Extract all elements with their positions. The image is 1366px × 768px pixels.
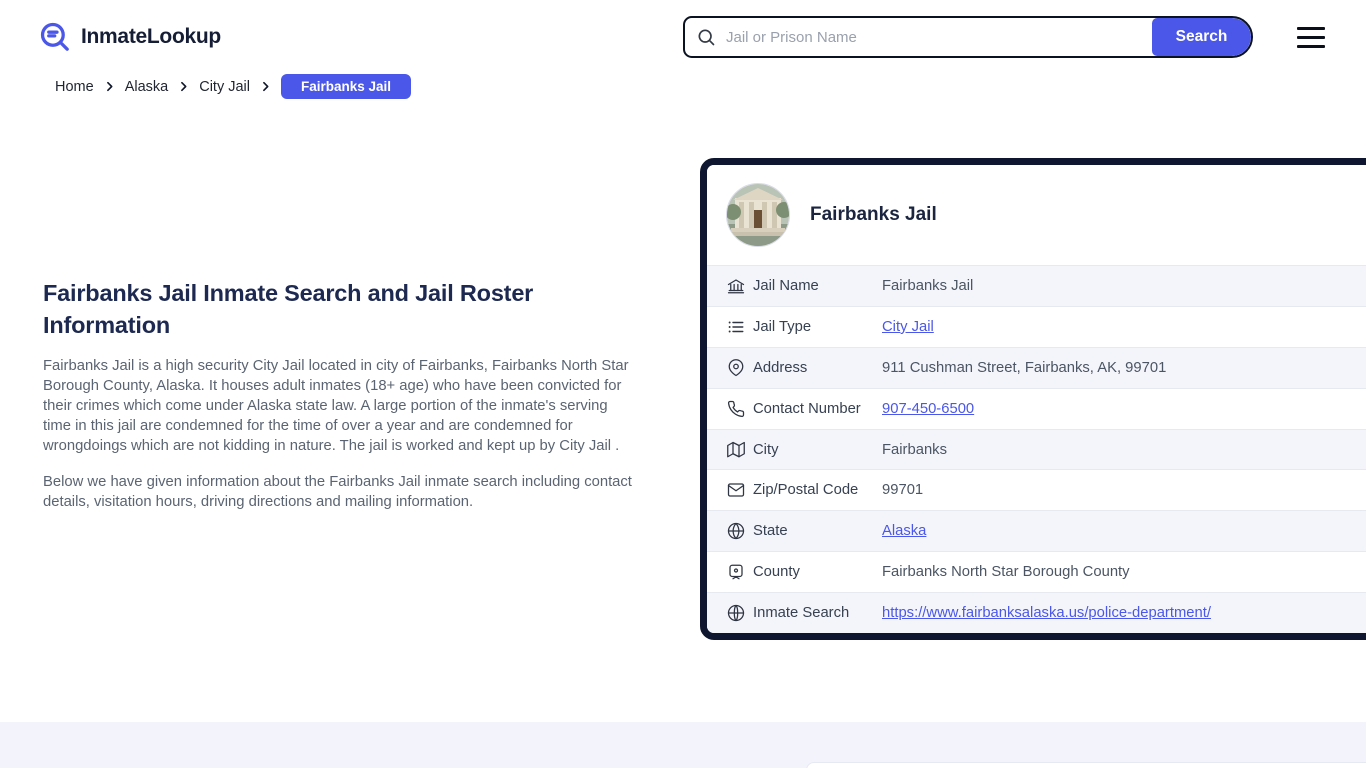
table-row-zip: Zip/Postal Code 99701 [707, 469, 1366, 510]
table-row-county: County Fairbanks North Star Borough Coun… [707, 551, 1366, 592]
brand-logo[interactable]: InmateLookup [38, 20, 221, 54]
page: InmateLookup Search Home Alaska City Jai… [0, 0, 1366, 768]
search-bar: Search [683, 16, 1253, 58]
table-row-state: State Alaska [707, 510, 1366, 551]
row-value: 911 Cushman Street, Fairbanks, AK, 99701 [882, 360, 1166, 376]
map-icon [727, 441, 745, 459]
phone-icon [727, 400, 745, 418]
next-card-top-edge [806, 762, 1366, 768]
row-label: Contact Number [753, 401, 882, 417]
row-label: Address [753, 360, 882, 376]
search-icon [685, 18, 716, 56]
table-row-contact-number: Contact Number 907-450-6500 [707, 388, 1366, 429]
row-value: Fairbanks North Star Borough County [882, 564, 1130, 580]
chevron-right-icon [177, 80, 190, 93]
row-label: County [753, 564, 882, 580]
globe-icon [727, 522, 745, 540]
row-value: 99701 [882, 482, 923, 498]
table-row-city: City Fairbanks [707, 429, 1366, 470]
jail-details-table: Jail Name Fairbanks Jail Jail Type City … [707, 265, 1366, 633]
jail-type-link[interactable]: City Jail [882, 319, 934, 335]
row-label: Jail Type [753, 319, 882, 335]
county-map-icon [727, 563, 745, 581]
table-row-jail-name: Jail Name Fairbanks Jail [707, 265, 1366, 306]
jail-photo [726, 183, 790, 247]
inmate-search-link[interactable]: https://www.fairbanksalaska.us/police-de… [882, 605, 1211, 621]
table-row-inmate-search: Inmate Search https://www.fairbanksalask… [707, 592, 1366, 633]
row-label: City [753, 442, 882, 458]
chevron-right-icon [259, 80, 272, 93]
state-link[interactable]: Alaska [882, 523, 926, 539]
breadcrumb-home[interactable]: Home [55, 79, 94, 95]
row-label: Zip/Postal Code [753, 482, 882, 498]
row-value: Fairbanks Jail [882, 278, 973, 294]
breadcrumb-alaska[interactable]: Alaska [125, 79, 169, 95]
breadcrumb: Home Alaska City Jail Fairbanks Jail [55, 74, 411, 99]
jail-card-header: Fairbanks Jail [707, 165, 1366, 265]
page-title: Fairbanks Jail Inmate Search and Jail Ro… [43, 277, 598, 341]
magnifier-logo-icon [38, 20, 72, 54]
breadcrumb-city-jail[interactable]: City Jail [199, 79, 250, 95]
jail-info-card: Fairbanks Jail Jail Name Fairbanks Jail [700, 158, 1366, 640]
chevron-right-icon [103, 80, 116, 93]
row-value: Fairbanks [882, 442, 947, 458]
map-pin-icon [727, 359, 745, 377]
info-paragraph: Below we have given information about th… [43, 472, 637, 512]
breadcrumb-current-badge[interactable]: Fairbanks Jail [281, 74, 411, 99]
search-button[interactable]: Search [1152, 18, 1251, 56]
globe-web-icon [727, 604, 745, 622]
row-label: Inmate Search [753, 605, 882, 621]
brand-name: InmateLookup [81, 25, 221, 49]
menu-hamburger-icon[interactable] [1297, 27, 1325, 48]
mail-icon [727, 481, 745, 499]
table-row-address: Address 911 Cushman Street, Fairbanks, A… [707, 347, 1366, 388]
row-label: State [753, 523, 882, 539]
row-label: Jail Name [753, 278, 882, 294]
intro-paragraph: Fairbanks Jail is a high security City J… [43, 356, 637, 456]
contact-number-link[interactable]: 907-450-6500 [882, 401, 974, 417]
list-icon [727, 318, 745, 336]
table-row-jail-type: Jail Type City Jail [707, 306, 1366, 347]
search-input[interactable] [716, 18, 1152, 56]
jail-card-title: Fairbanks Jail [810, 204, 937, 226]
bank-icon [727, 277, 745, 295]
